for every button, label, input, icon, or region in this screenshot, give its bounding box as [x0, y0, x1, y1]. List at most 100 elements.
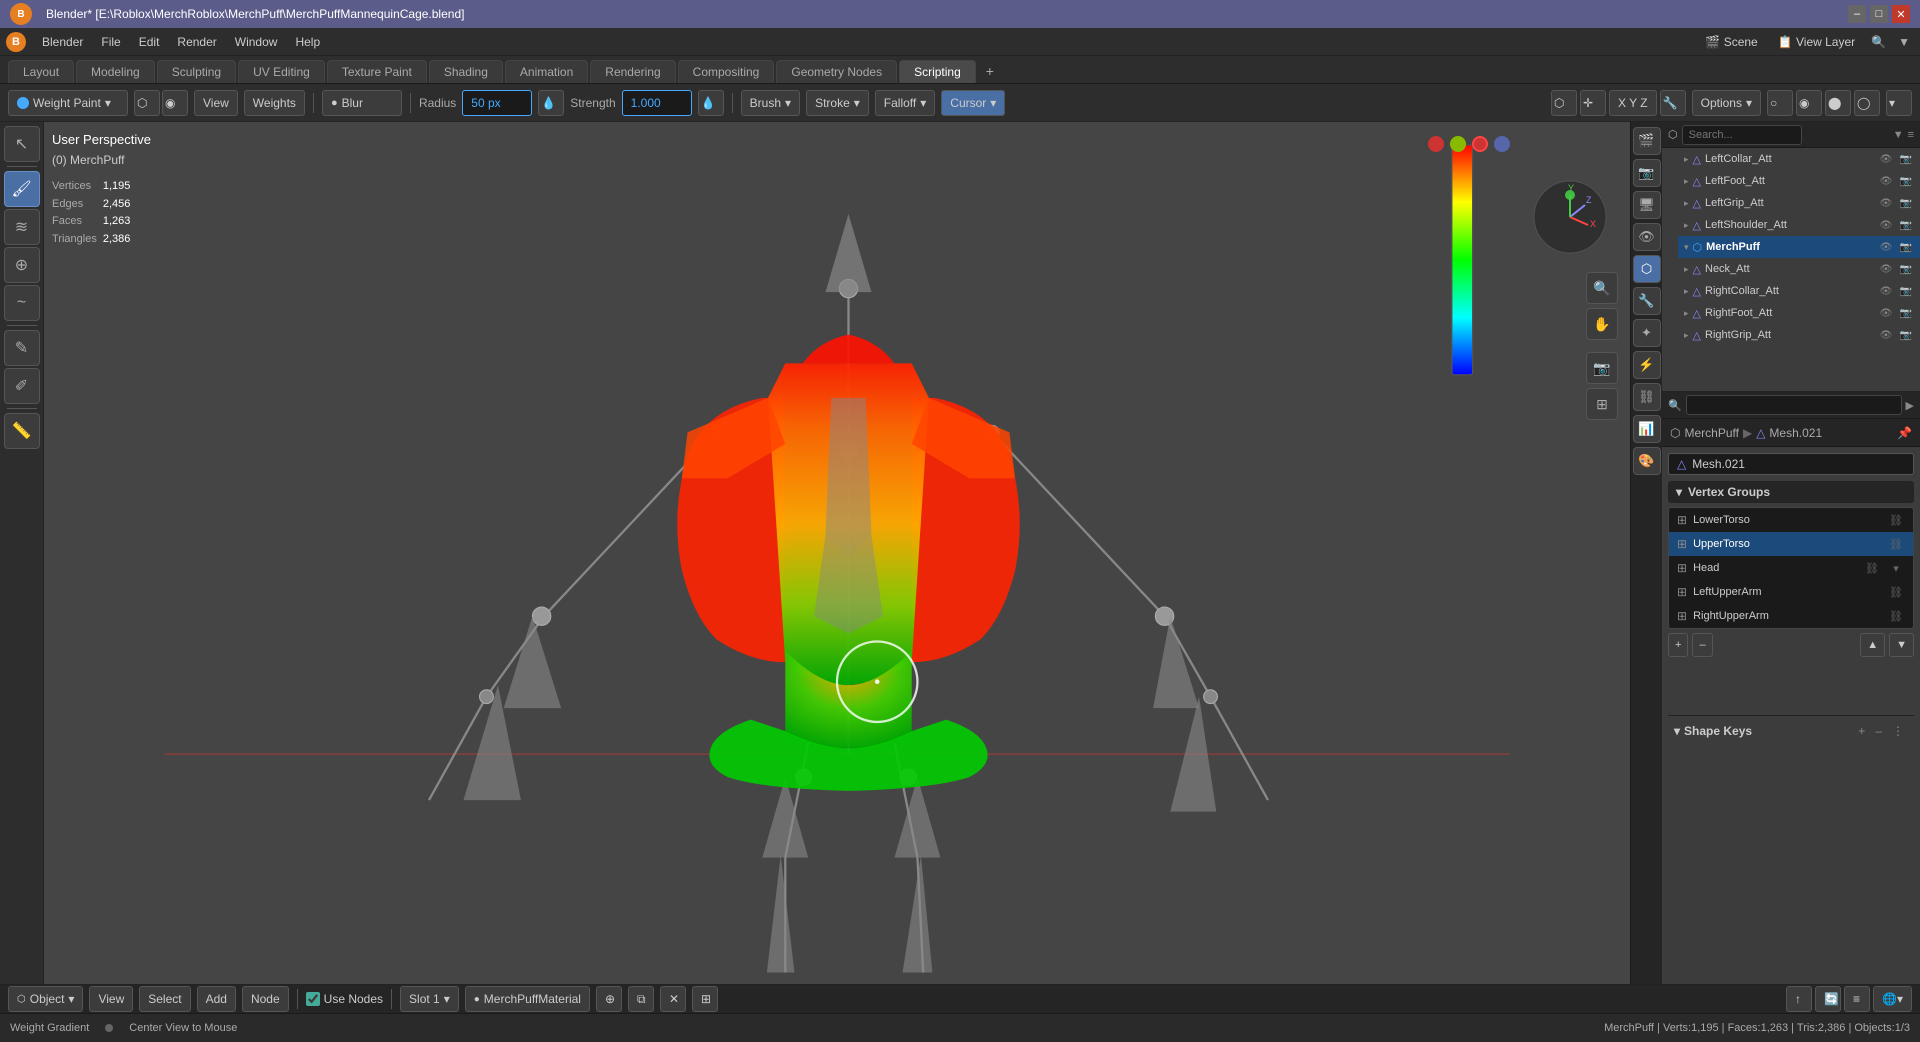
brush-selector[interactable]: ● Blur [322, 90, 402, 116]
sk-more-btn[interactable]: ⋮ [1888, 722, 1908, 740]
ws-tab-modeling[interactable]: Modeling [76, 60, 155, 83]
vg-add-btn[interactable]: + [1668, 633, 1688, 657]
row-vis[interactable]: 👁 [1878, 195, 1894, 211]
tool-annotate[interactable]: ✎ [4, 330, 40, 366]
shading-render-btn[interactable]: ⬤ [1825, 90, 1851, 116]
viewport-gizmo-btn[interactable]: ✛ [1580, 90, 1606, 116]
row-vis[interactable]: 👁 [1878, 283, 1894, 299]
sk-remove-btn[interactable]: – [1871, 722, 1886, 740]
ri-render-btn[interactable]: 📷 [1633, 159, 1661, 187]
stroke-menu-btn[interactable]: Stroke ▾ [806, 90, 869, 116]
viewport-overlay-btn[interactable]: ⬡ [1551, 90, 1577, 116]
tool-weight-smear[interactable]: ~ [4, 285, 40, 321]
strength-input[interactable]: 1.000 [622, 90, 692, 116]
vertex-groups-header[interactable]: ▾ Vertex Groups [1668, 481, 1914, 503]
display-icon-1[interactable]: ⬡ [134, 90, 160, 116]
add-menu-btn[interactable]: Add [197, 986, 236, 1012]
vg-expand-btn[interactable]: ▾ [1887, 559, 1905, 577]
ri-data-btn[interactable]: 📊 [1633, 415, 1661, 443]
display-icon-2[interactable]: ◉ [162, 90, 188, 116]
ws-tab-compositing[interactable]: Compositing [678, 60, 775, 83]
menu-file[interactable]: File [93, 33, 128, 51]
bottom-icon-3[interactable]: ≡ [1844, 986, 1870, 1012]
bottom-overlay-btn[interactable]: 🌐▾ [1873, 986, 1912, 1012]
ri-physics-btn[interactable]: ⚡ [1633, 351, 1661, 379]
zoom-in-btn[interactable]: 🔍 [1586, 272, 1618, 304]
tool-annotate-line[interactable]: ✐ [4, 368, 40, 404]
xyz-label-btn[interactable]: X Y Z [1609, 90, 1657, 116]
breadcrumb-pin[interactable]: 📌 [1897, 426, 1912, 440]
props-nav-arrow[interactable]: ▶ [1906, 399, 1914, 412]
strength-eyedropper[interactable]: 💧 [698, 90, 724, 116]
material-copy-btn[interactable]: ⧉ [628, 986, 654, 1012]
row-cam[interactable]: 📷 [1898, 261, 1914, 277]
bottom-icon-1[interactable]: ↑ [1786, 986, 1812, 1012]
view-menu-btn[interactable]: View [89, 986, 133, 1012]
outliner-row-rightfoot[interactable]: ▸ △ RightFoot_Att 👁 📷 [1678, 302, 1920, 324]
outliner-row-rightcollar[interactable]: ▸ △ RightCollar_Att 👁 📷 [1678, 280, 1920, 302]
falloff-menu-btn[interactable]: Falloff ▾ [875, 90, 936, 116]
node-menu-btn[interactable]: Node [242, 986, 289, 1012]
ws-tab-uv[interactable]: UV Editing [238, 60, 325, 83]
bottom-icon-2[interactable]: 🔄 [1815, 986, 1841, 1012]
vg-link-btn[interactable]: ⛓ [1863, 559, 1881, 577]
navigation-gizmo[interactable]: Z X Y [1530, 177, 1610, 257]
material-selector[interactable]: ● MerchPuffMaterial [465, 986, 590, 1012]
shading-material-btn[interactable]: ◉ [1796, 90, 1822, 116]
scene-label[interactable]: 🎬 Scene [1697, 33, 1765, 51]
ri-material-btn[interactable]: 🎨 [1633, 447, 1661, 475]
object-mode-btn[interactable]: ⬡ Object ▾ [8, 986, 83, 1012]
ri-scene-btn[interactable]: 🎬 [1633, 127, 1661, 155]
options-btn[interactable]: Options ▾ [1692, 90, 1761, 116]
material-new-btn[interactable]: ⊕ [596, 986, 622, 1012]
material-del-btn[interactable]: ✕ [660, 986, 686, 1012]
vg-link-btn[interactable]: ⛓ [1887, 583, 1905, 601]
tool-cursor[interactable]: ↖ [4, 126, 40, 162]
row-cam[interactable]: 📷 [1898, 283, 1914, 299]
viewport-3d[interactable] [44, 122, 1630, 984]
menu-render[interactable]: Render [169, 33, 224, 51]
tool-weight-draw[interactable]: 🖌 [4, 171, 40, 207]
weights-menu[interactable]: Weights [244, 90, 305, 116]
ws-tab-layout[interactable]: Layout [8, 60, 74, 83]
ws-tab-scripting[interactable]: Scripting [899, 60, 976, 83]
outliner-row-leftgrip[interactable]: ▸ △ LeftGrip_Att 👁 📷 [1678, 192, 1920, 214]
row-cam[interactable]: 📷 [1898, 239, 1914, 255]
vg-item-leftupperarm[interactable]: ⊞ LeftUpperArm ⛓ [1669, 580, 1913, 604]
outliner-row-rightgrip[interactable]: ▸ △ RightGrip_Att 👁 📷 [1678, 324, 1920, 346]
select-menu-btn[interactable]: Select [139, 986, 190, 1012]
ri-particles-btn[interactable]: ✦ [1633, 319, 1661, 347]
mode-selector[interactable]: Weight Paint ▾ [8, 90, 128, 116]
zoom-out-btn[interactable]: ✋ [1586, 308, 1618, 340]
object-view-btn[interactable]: ⊞ [1586, 388, 1618, 420]
row-cam[interactable]: 📷 [1898, 327, 1914, 343]
outliner-row-neck[interactable]: ▸ △ Neck_Att 👁 📷 [1678, 258, 1920, 280]
camera-view-btn[interactable]: 📷 [1586, 352, 1618, 384]
vg-link-btn[interactable]: ⛓ [1887, 535, 1905, 553]
shading-extra-btn[interactable]: ▾ [1886, 90, 1912, 116]
outliner-row-leftcollar[interactable]: ▸ △ LeftCollar_Att 👁 📷 [1678, 148, 1920, 170]
snap-btn[interactable]: 🔧 [1660, 90, 1686, 116]
view-menu[interactable]: View [194, 90, 238, 116]
cursor-menu-btn[interactable]: Cursor ▾ [941, 90, 1005, 116]
minimize-button[interactable]: – [1848, 5, 1866, 23]
tool-weight-blur[interactable]: ≋ [4, 209, 40, 245]
brush-menu-btn[interactable]: Brush ▾ [741, 90, 800, 116]
row-cam[interactable]: 📷 [1898, 217, 1914, 233]
vg-item-uppertorso[interactable]: ⊞ UpperTorso ⛓ [1669, 532, 1913, 556]
menu-help[interactable]: Help [287, 33, 328, 51]
ws-tab-sculpting[interactable]: Sculpting [157, 60, 236, 83]
material-node-btn[interactable]: ⊞ [692, 986, 718, 1012]
viewport-area[interactable]: User Perspective (0) MerchPuff Vertices1… [44, 122, 1630, 984]
outliner-filter-icon[interactable]: ▼ [1893, 129, 1904, 141]
vg-remove-btn[interactable]: – [1692, 633, 1712, 657]
row-vis[interactable]: 👁 [1878, 261, 1894, 277]
vg-link-btn[interactable]: ⛓ [1887, 511, 1905, 529]
tool-measure[interactable]: 📏 [4, 413, 40, 449]
row-vis[interactable]: 👁 [1878, 239, 1894, 255]
row-vis[interactable]: 👁 [1878, 151, 1894, 167]
ri-output-btn[interactable]: 🖥 [1633, 191, 1661, 219]
ri-view-btn[interactable]: 👁 [1633, 223, 1661, 251]
ri-modifier-btn[interactable]: 🔧 [1633, 287, 1661, 315]
outliner-sort-icon[interactable]: ≡ [1908, 129, 1914, 141]
